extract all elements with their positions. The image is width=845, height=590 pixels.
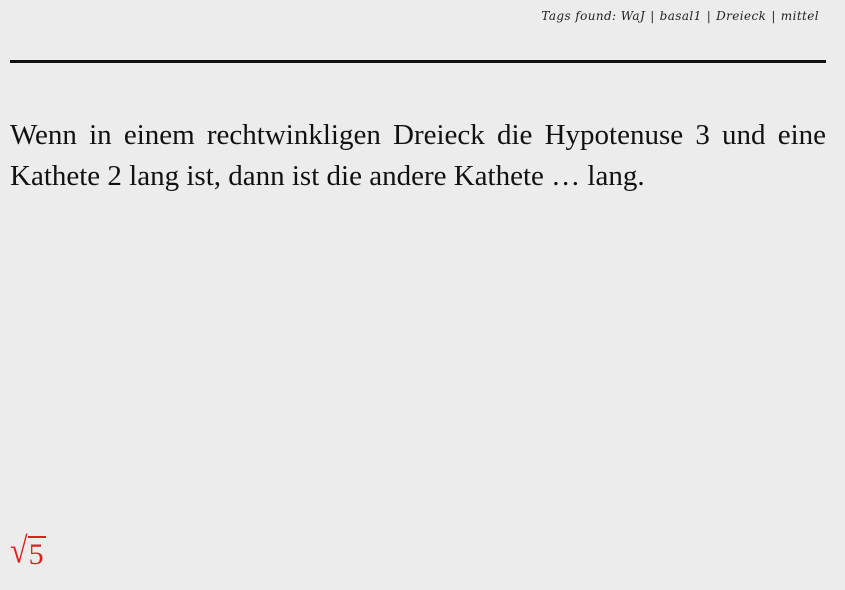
answer: √5 bbox=[10, 529, 46, 573]
tag-separator: | bbox=[771, 9, 776, 23]
tags-prefix: Tags found: bbox=[541, 9, 617, 23]
tag-separator: | bbox=[706, 9, 712, 23]
tags-line: Tags found: WaJ | basal1 | Dreieck | mittel bbox=[541, 9, 819, 23]
tag-item: basal1 bbox=[659, 9, 702, 23]
question-text: Wenn in einem rechtwinkligen Dreieck die… bbox=[10, 119, 826, 192]
square-root-icon: √ bbox=[10, 529, 28, 571]
answer-radicand: 5 bbox=[27, 536, 46, 571]
tag-item: mittel bbox=[780, 9, 819, 23]
horizontal-rule bbox=[10, 60, 826, 63]
tag-separator: | bbox=[650, 9, 655, 23]
tag-item: Dreieck bbox=[716, 9, 767, 23]
card-page: { "tags": { "prefix": "Tags found:", "it… bbox=[0, 0, 845, 590]
tag-item: WaJ bbox=[620, 9, 646, 23]
